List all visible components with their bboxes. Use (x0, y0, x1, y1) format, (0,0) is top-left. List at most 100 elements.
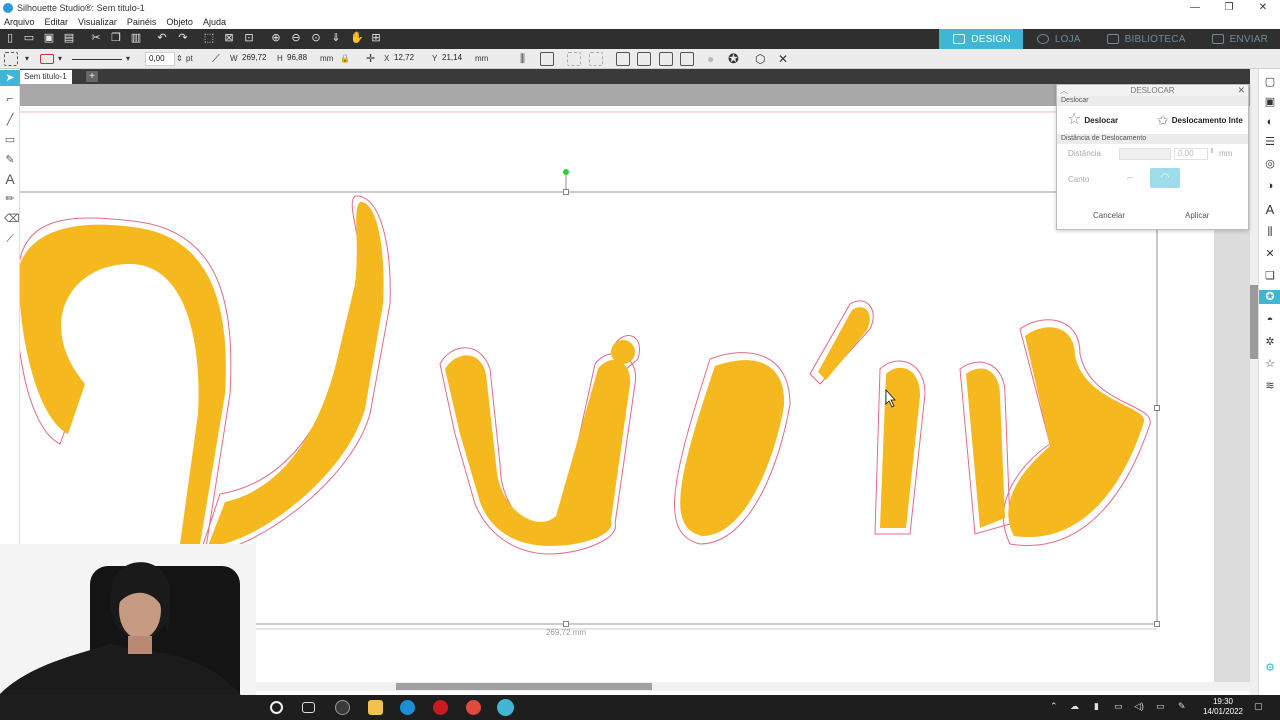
add-tab-button[interactable]: + (86, 71, 98, 82)
rectangle-tool-icon[interactable]: ▭ (4, 134, 16, 146)
task-view-icon[interactable] (302, 702, 315, 713)
send-backward-icon[interactable] (680, 52, 694, 66)
mic-icon[interactable]: ▮ (1094, 701, 1099, 712)
menu-paineis[interactable]: Painéis (127, 17, 157, 27)
redo-icon[interactable]: ↷ (177, 32, 189, 45)
open-folder-icon[interactable]: ▭ (23, 32, 35, 45)
document-tab[interactable]: Sem titulo-1 (20, 70, 72, 84)
fill-color-icon[interactable]: ◐ (1263, 115, 1277, 129)
close-button[interactable]: ✕ (1246, 0, 1280, 15)
replicate-icon[interactable]: ⬡ (755, 52, 765, 66)
offset-star-icon[interactable]: ✪ (728, 52, 739, 66)
bring-forward-icon[interactable] (659, 52, 673, 66)
chevron-down-icon[interactable]: ▾ (58, 52, 62, 66)
image-icon[interactable]: ▣ (1263, 95, 1277, 109)
chevron-down-icon[interactable]: ▾ (25, 52, 29, 66)
replicate-panel-icon[interactable]: ❏ (1263, 269, 1277, 283)
edit-points-icon[interactable]: ⌐ (4, 93, 16, 105)
round-corner-icon[interactable]: ◠ (1150, 168, 1180, 188)
paste-icon[interactable]: ▥ (130, 32, 142, 45)
trace-icon[interactable]: ◎ (1263, 157, 1277, 171)
right-handle[interactable] (1154, 405, 1160, 411)
corner-handle[interactable] (1154, 621, 1160, 627)
distance-input[interactable]: 0,00 (1174, 148, 1208, 160)
sketch-icon[interactable]: ≋ (1263, 379, 1277, 393)
height-input[interactable]: 96,88 (284, 52, 318, 66)
text-tool-icon[interactable]: A (4, 172, 16, 186)
fill-pattern-icon[interactable] (4, 52, 18, 66)
tab-biblioteca[interactable]: BIBLIOTECA (1093, 29, 1198, 49)
select-by-color-icon[interactable]: ⊡ (243, 32, 255, 45)
maximize-button[interactable]: ❐ (1212, 0, 1246, 15)
chrome-icon[interactable] (466, 700, 481, 715)
group-icon[interactable] (567, 52, 581, 66)
settings-gear-icon[interactable]: ⚙ (1263, 661, 1277, 675)
offset-panel-icon[interactable]: ✪ (1259, 290, 1280, 304)
chevron-down-icon[interactable]: ▾ (126, 52, 130, 66)
fit-page-icon[interactable]: ⊞ (370, 32, 382, 45)
x-position-input[interactable]: 12,72 (391, 52, 427, 66)
app-circle-icon[interactable] (335, 700, 350, 715)
undo-icon[interactable]: ↶ (156, 32, 168, 45)
contrast-icon[interactable]: ◑ (1263, 179, 1277, 193)
width-input[interactable]: 269,72 (239, 52, 277, 66)
tray-chevron-icon[interactable]: ⌃ (1050, 701, 1058, 712)
line-color-icon[interactable] (40, 54, 54, 64)
center-icon[interactable] (540, 52, 554, 66)
horizontal-scroll-thumb[interactable] (396, 683, 652, 690)
align-panel-icon[interactable]: ⫼ (1263, 225, 1277, 239)
menu-visualizar[interactable]: Visualizar (78, 17, 117, 27)
cancel-button[interactable]: Cancelar (1093, 211, 1125, 220)
weld-icon[interactable]: ● (707, 52, 714, 66)
ungroup-icon[interactable] (589, 52, 603, 66)
stepper-icon[interactable]: ⇕ (176, 52, 183, 66)
notification-icon[interactable]: ▢ (1254, 701, 1263, 712)
internal-offset-option[interactable]: ✩ Deslocamento Inte (1157, 113, 1243, 127)
close-x-icon[interactable]: ✕ (778, 52, 788, 66)
distance-stepper-icon[interactable]: ⇕ (1209, 147, 1215, 155)
edge-icon[interactable] (400, 700, 415, 715)
select-all-icon[interactable]: ⬚ (203, 32, 215, 45)
copy-icon[interactable]: ❐ (110, 32, 122, 45)
offset-option[interactable]: ☆ Deslocar (1067, 112, 1118, 128)
y-position-input[interactable]: 21,14 (439, 52, 475, 66)
tab-loja[interactable]: LOJA (1023, 29, 1093, 49)
vertical-scrollbar[interactable] (1250, 69, 1258, 699)
save-icon[interactable]: ▣ (43, 32, 55, 45)
menu-editar[interactable]: Editar (45, 17, 69, 27)
print-icon[interactable]: ▤ (63, 32, 75, 45)
line-tool-icon[interactable]: ╱ (4, 114, 16, 126)
move-down-icon[interactable]: ⇓ (330, 32, 342, 45)
battery-icon[interactable]: ▭ (1156, 701, 1165, 712)
network-icon[interactable]: ▭ (1114, 701, 1123, 712)
collapse-chevron-icon[interactable]: ︿ (1060, 85, 1068, 96)
menu-arquivo[interactable]: Arquivo (4, 17, 35, 27)
cortana-icon[interactable] (270, 701, 283, 714)
transform-icon[interactable]: ✕ (1263, 247, 1277, 261)
rotate-handle[interactable] (563, 169, 569, 175)
vertical-scroll-thumb[interactable] (1250, 285, 1258, 359)
tab-design[interactable]: DESIGN (939, 29, 1023, 49)
bring-front-icon[interactable] (616, 52, 630, 66)
menu-ajuda[interactable]: Ajuda (203, 17, 226, 27)
select-tool-icon[interactable]: ➤ (0, 70, 20, 86)
new-file-icon[interactable]: ▯ (4, 32, 16, 45)
cut-icon[interactable]: ✂ (90, 32, 102, 45)
knife-tool-icon[interactable]: ⟋ (4, 233, 16, 245)
lettering-vinicius[interactable] (20, 201, 1145, 546)
text-style-icon[interactable]: A (1263, 203, 1277, 217)
panel-close-icon[interactable]: ✕ (1237, 85, 1245, 96)
lock-ratio-icon[interactable]: 🔒 (340, 52, 350, 66)
taskbar-clock[interactable]: 19:30 14/01/2022 (1198, 697, 1248, 717)
line-style-icon[interactable]: ☰ (1263, 135, 1277, 149)
top-handle[interactable] (563, 189, 569, 195)
zoom-in-icon[interactable]: ⊕ (270, 32, 282, 45)
page-setup-icon[interactable]: ▢ (1263, 75, 1277, 89)
draw-tool-icon[interactable]: ✎ (4, 154, 16, 166)
file-explorer-icon[interactable] (368, 700, 383, 715)
favorites-star-icon[interactable]: ☆ (1263, 357, 1277, 371)
sparkle-icon[interactable]: ✲ (1263, 335, 1277, 349)
tab-enviar[interactable]: ENVIAR (1198, 29, 1280, 49)
zoom-out-icon[interactable]: ⊖ (290, 32, 302, 45)
distance-slider[interactable] (1119, 148, 1171, 160)
